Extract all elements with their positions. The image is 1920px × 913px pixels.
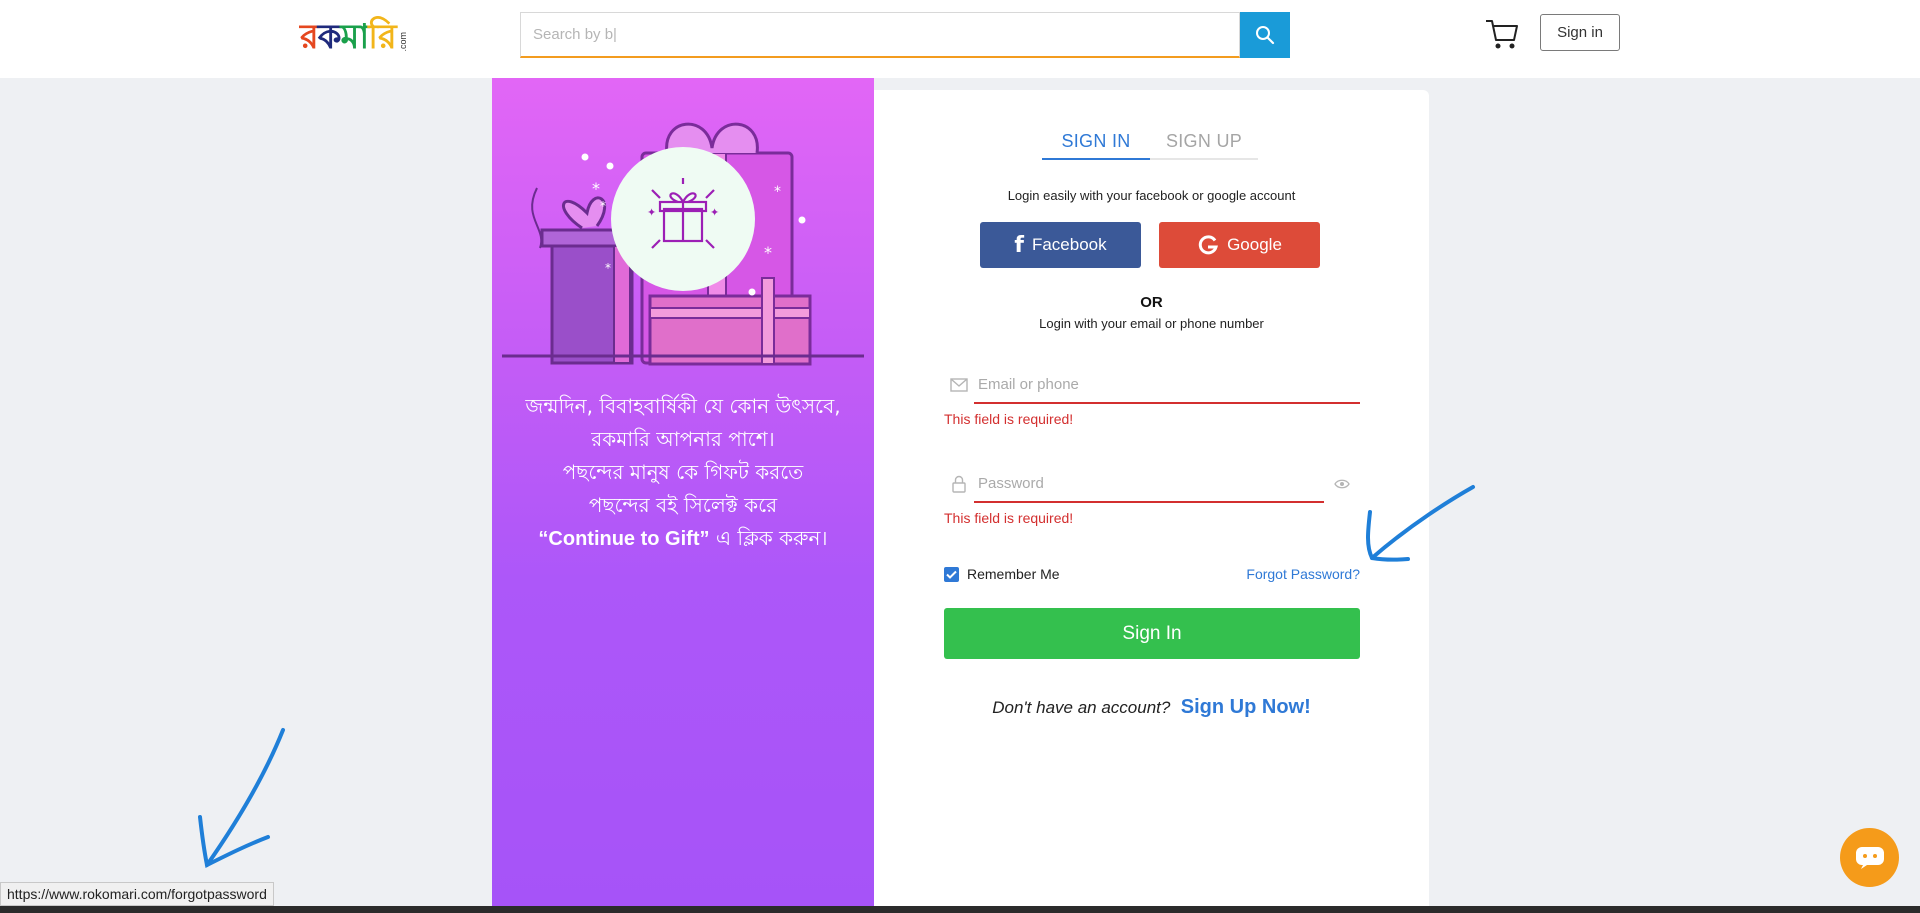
continue-to-gift-text: “Continue to Gift” bbox=[538, 528, 710, 550]
login-card: SIGN IN SIGN UP Login easily with your f… bbox=[874, 90, 1429, 913]
logo-suffix: .com bbox=[397, 32, 408, 52]
email-login-caption: Login with your email or phone number bbox=[1039, 316, 1264, 331]
gift-promo-panel: * * * * * ✦ ✦ জন্মদিন, বিবাহবার্ষিকী যে … bbox=[492, 78, 874, 913]
facebook-login-button[interactable]: f Facebook bbox=[980, 222, 1141, 268]
annotation-arrow-status-url bbox=[198, 728, 285, 868]
bottom-strip bbox=[0, 906, 1920, 913]
facebook-label: Facebook bbox=[1031, 235, 1107, 254]
envelope-icon bbox=[944, 365, 974, 405]
chat-icon bbox=[1855, 846, 1884, 869]
tab-sign-in[interactable]: SIGN IN bbox=[1042, 128, 1150, 160]
password-input[interactable] bbox=[974, 465, 1324, 503]
google-login-button[interactable]: Google bbox=[1159, 222, 1320, 268]
facebook-icon: f bbox=[1014, 232, 1024, 258]
promo-line-5: “Continue to Gift” এ ক্লিক করুন। bbox=[492, 522, 874, 556]
svg-text:✦: ✦ bbox=[647, 206, 656, 219]
sign-up-now-link[interactable]: Sign Up Now! bbox=[1181, 696, 1311, 718]
annotation-arrow-forgot bbox=[1366, 485, 1475, 562]
signup-prompt: Don't have an account? Sign Up Now! bbox=[874, 696, 1429, 719]
gift-illustration: * * * * * ✦ ✦ bbox=[502, 122, 864, 366]
auth-tabs: SIGN IN SIGN UP bbox=[1042, 128, 1258, 160]
checkbox-checked-icon bbox=[944, 566, 959, 582]
social-login-caption: Login easily with your facebook or googl… bbox=[1007, 188, 1296, 203]
promo-line-2: রকমারি আপনার পাশে। bbox=[591, 427, 775, 451]
remember-me-label: Remember Me bbox=[967, 566, 1060, 582]
google-label: Google bbox=[1227, 235, 1282, 254]
sign-in-button[interactable]: Sign In bbox=[944, 608, 1360, 659]
cart-button[interactable] bbox=[1484, 16, 1520, 52]
svg-text:*: * bbox=[605, 261, 611, 275]
tab-sign-up[interactable]: SIGN UP bbox=[1150, 128, 1258, 158]
promo-message: জন্মদিন, বিবাহবার্ষিকী যে কোন উৎসবে, রকম… bbox=[492, 390, 874, 556]
search-bar bbox=[520, 12, 1290, 58]
svg-text:*: * bbox=[774, 184, 781, 200]
email-field-row bbox=[944, 365, 1360, 405]
remember-me-checkbox[interactable]: Remember Me bbox=[944, 566, 1060, 582]
no-account-text: Don't have an account? bbox=[992, 698, 1171, 717]
logo-text: রকমারি bbox=[300, 17, 397, 57]
password-error: This field is required! bbox=[944, 510, 1074, 526]
search-icon bbox=[1256, 26, 1275, 45]
show-password-eye-icon[interactable] bbox=[1324, 464, 1360, 504]
header-signin-button[interactable]: Sign in bbox=[1540, 14, 1620, 51]
social-login-buttons: f Facebook Google bbox=[980, 222, 1320, 268]
email-input[interactable] bbox=[974, 366, 1360, 404]
promo-line-5-rest: এ ক্লিক করুন। bbox=[709, 526, 828, 550]
svg-text:*: * bbox=[592, 179, 600, 198]
search-input[interactable] bbox=[520, 12, 1240, 58]
promo-line-3: পছন্দের মানুষ কে গিফট করতে bbox=[562, 460, 804, 484]
chat-button[interactable] bbox=[1840, 828, 1899, 887]
promo-line-4: পছন্দের বই সিলেক্ট করে bbox=[588, 493, 778, 517]
cart-icon bbox=[1486, 20, 1518, 49]
forgot-password-link[interactable]: Forgot Password? bbox=[1240, 566, 1360, 582]
email-error: This field is required! bbox=[944, 411, 1074, 427]
search-button[interactable] bbox=[1240, 12, 1290, 58]
password-field-row bbox=[944, 464, 1360, 504]
lock-icon bbox=[944, 464, 974, 504]
promo-line-1: জন্মদিন, বিবাহবার্ষিকী যে কোন উৎসবে, bbox=[525, 394, 841, 418]
or-divider: OR bbox=[1140, 294, 1163, 311]
svg-text:✦: ✦ bbox=[710, 206, 719, 219]
site-logo[interactable]: রকমারি .com bbox=[300, 14, 410, 54]
google-icon bbox=[1198, 235, 1219, 255]
site-header: রকমারি .com Sign in bbox=[0, 0, 1920, 78]
svg-text:*: * bbox=[600, 199, 606, 213]
svg-text:*: * bbox=[764, 243, 772, 262]
status-bar-url: https://www.rokomari.com/forgotpassword bbox=[0, 882, 274, 906]
